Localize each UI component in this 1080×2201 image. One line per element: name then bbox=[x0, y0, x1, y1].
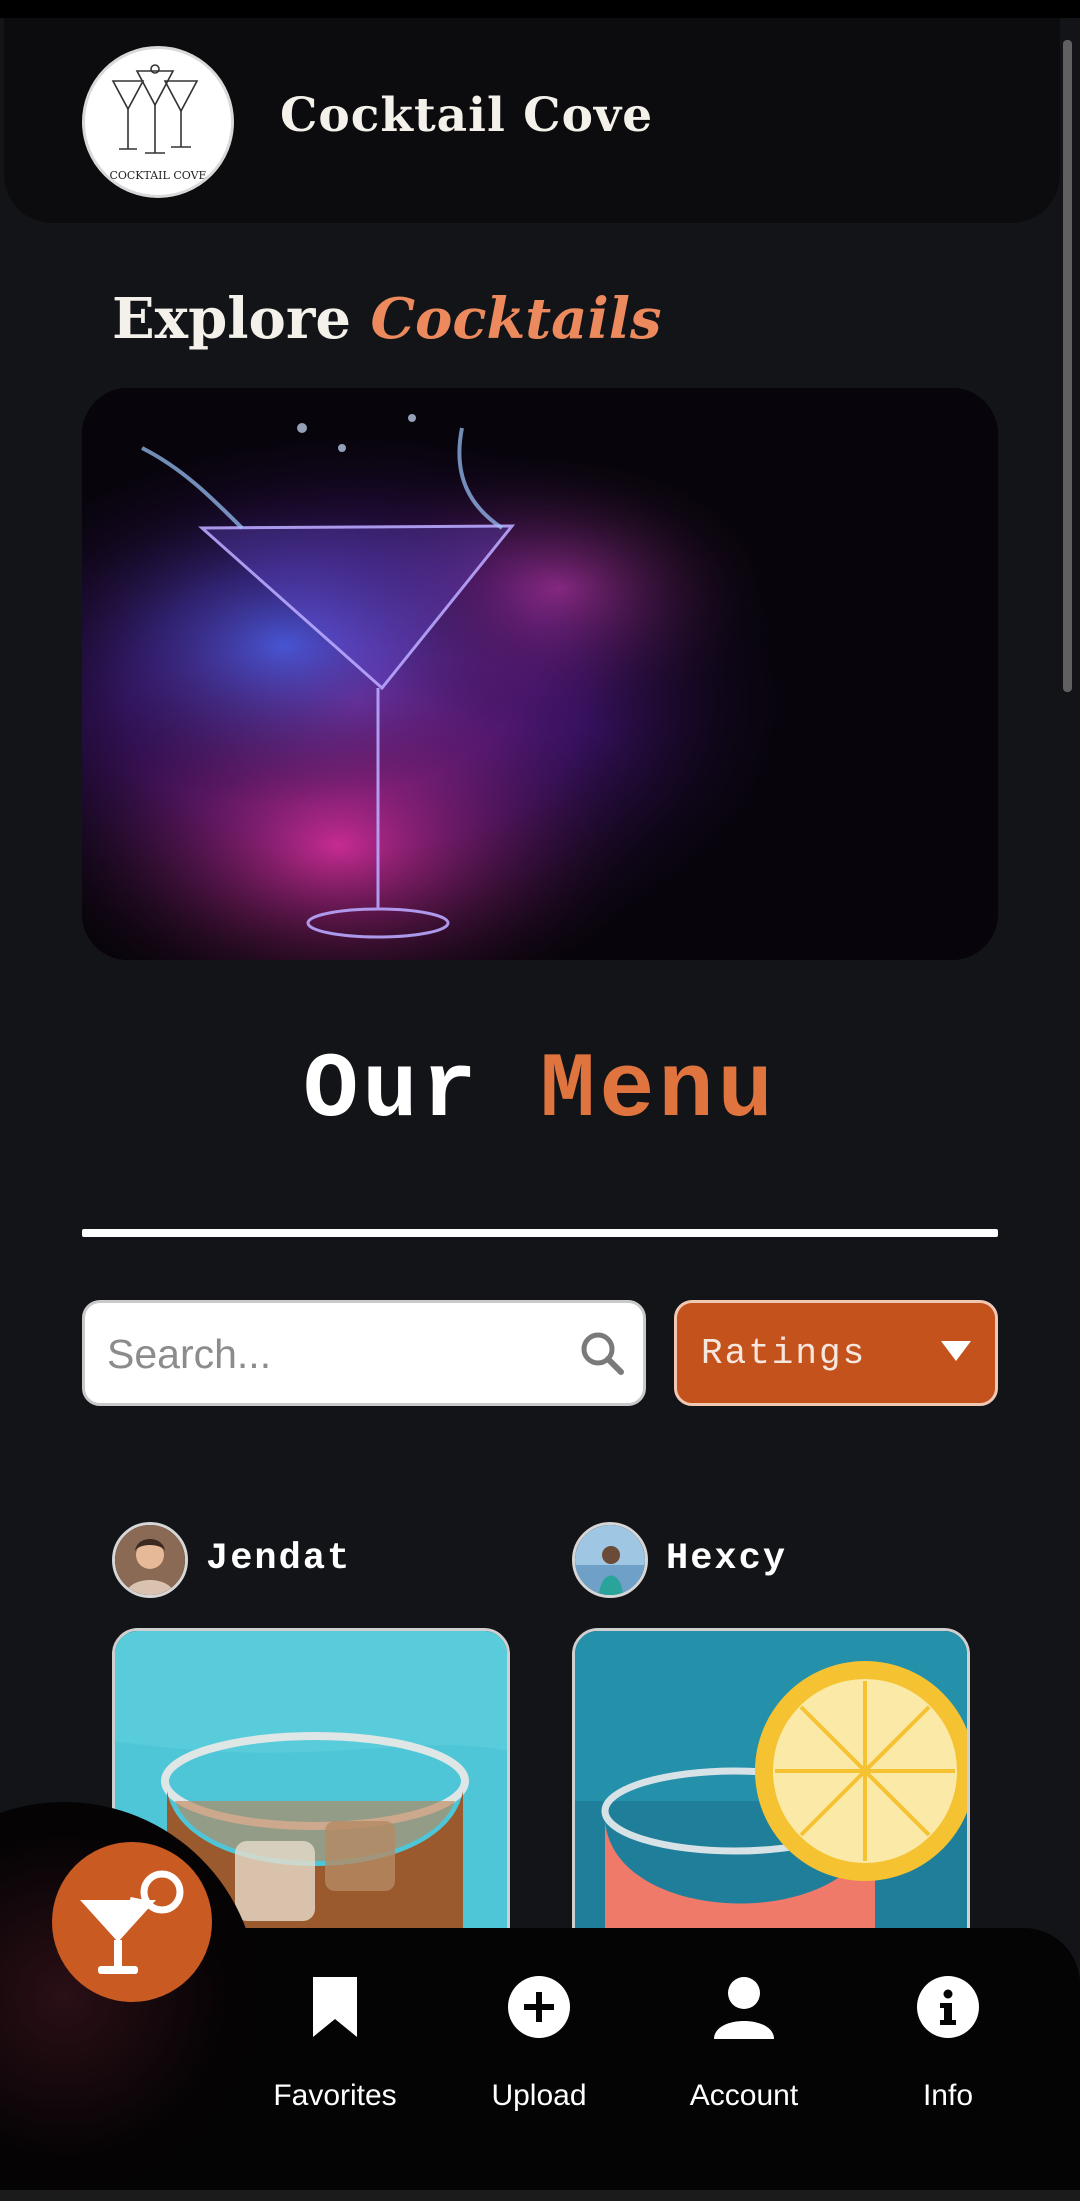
avatar-image bbox=[575, 1525, 645, 1595]
search-icon[interactable] bbox=[579, 1330, 625, 1376]
scrollbar[interactable] bbox=[1063, 40, 1072, 692]
search-input[interactable] bbox=[105, 1303, 569, 1405]
ratings-dropdown[interactable]: Ratings bbox=[674, 1300, 998, 1406]
menu-title-word1: Our bbox=[303, 1038, 481, 1143]
nav-upload[interactable]: Upload bbox=[439, 1975, 639, 2125]
cocktail-fab-button[interactable] bbox=[52, 1842, 212, 2002]
nav-label: Account bbox=[689, 2079, 799, 2112]
nav-account[interactable]: Account bbox=[644, 1975, 844, 2125]
logo-text: COCKTAIL COVE bbox=[109, 169, 206, 182]
chevron-down-icon bbox=[941, 1341, 971, 1361]
cocktail-glass-icon bbox=[80, 1870, 184, 1974]
nav-info[interactable]: Info bbox=[848, 1975, 1048, 2125]
avatar-image bbox=[115, 1525, 185, 1595]
logo-glasses-icon: COCKTAIL COVE bbox=[87, 51, 229, 193]
cocktail-logo[interactable]: COCKTAIL COVE bbox=[82, 46, 234, 198]
explore-heading: Explore Cocktails bbox=[112, 286, 662, 352]
menu-divider bbox=[82, 1229, 998, 1237]
bookmark-icon bbox=[313, 1977, 357, 2037]
nav-label: Upload bbox=[491, 2079, 587, 2112]
nav-label: Favorites bbox=[273, 2079, 397, 2112]
info-icon bbox=[917, 1976, 979, 2038]
user-icon bbox=[714, 1977, 774, 2039]
menu-title-word2: Menu bbox=[540, 1038, 777, 1143]
status-bar bbox=[0, 0, 1080, 18]
gesture-bar bbox=[0, 2190, 1080, 2201]
avatar bbox=[572, 1522, 648, 1598]
app-screen: COCKTAIL COVE Cocktail Cove Explore Cock… bbox=[0, 0, 1080, 2201]
nav-favorites[interactable]: Favorites bbox=[235, 1975, 435, 2125]
martini-smoke-image bbox=[82, 388, 998, 960]
menu-title: Our Menu bbox=[0, 1038, 1080, 1143]
search-box bbox=[82, 1300, 646, 1406]
username: Jendat bbox=[206, 1538, 352, 1580]
explore-heading-main: Explore bbox=[112, 286, 351, 352]
hero-image[interactable] bbox=[82, 388, 998, 960]
plus-circle-icon bbox=[508, 1976, 570, 2038]
app-title: Cocktail Cove bbox=[280, 88, 654, 143]
ratings-label: Ratings bbox=[701, 1333, 867, 1374]
nav-label: Info bbox=[922, 2079, 974, 2112]
avatar bbox=[112, 1522, 188, 1598]
explore-heading-accent: Cocktails bbox=[370, 286, 662, 352]
username: Hexcy bbox=[666, 1538, 788, 1580]
